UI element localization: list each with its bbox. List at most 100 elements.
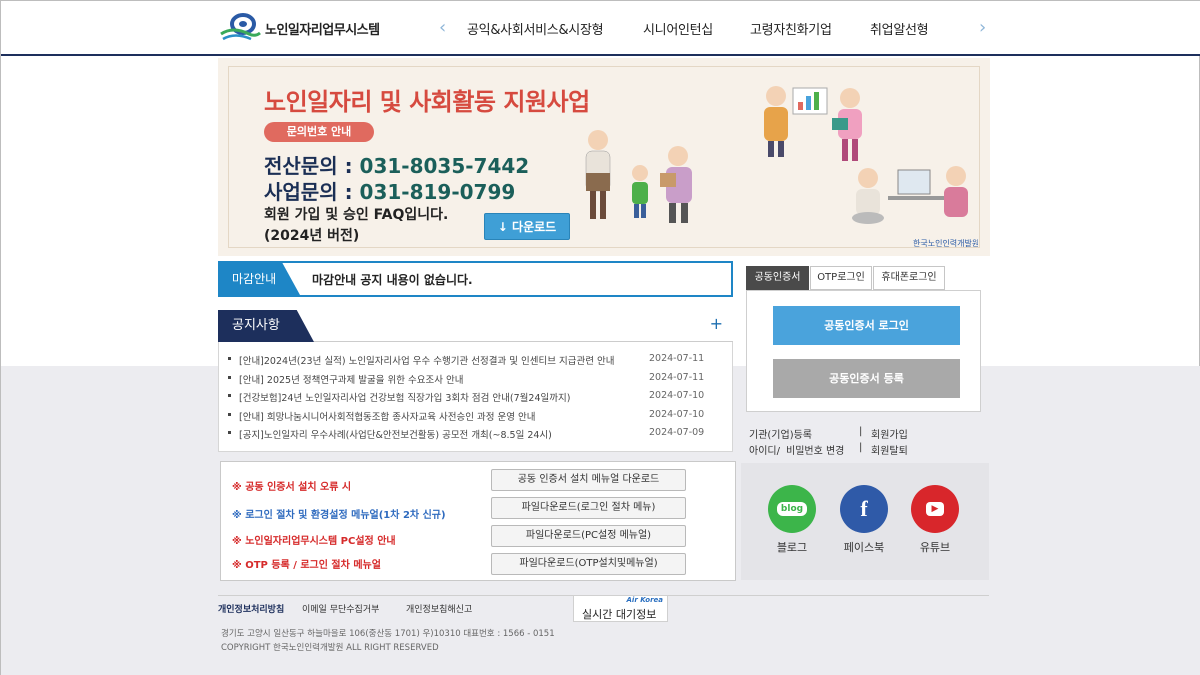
notice-date: 2024-07-11 — [649, 371, 705, 383]
notice-item[interactable]: [안내] 희망나눔시니어사회적협동조합 종사자교육 사전승인 과정 운영 안내 2… — [219, 407, 732, 426]
notice-header: 공지사항 + — [218, 310, 733, 342]
social-label: 블로그 — [776, 541, 808, 554]
tab-certificate-login[interactable]: 공동인증서 — [746, 266, 809, 290]
notice-title[interactable]: [안내]2024년(23년 실적) 노인일자리사업 우수 수행기관 선정결과 및… — [239, 353, 639, 367]
notice-more-plus-icon[interactable]: + — [710, 314, 723, 333]
copyright-text: COPYRIGHT 한국노인인력개발원 ALL RIGHT RESERVED — [221, 643, 439, 653]
site-header: 노인일자리업무시스템 ‹ 공익&사회서비스&시장형 시니어인턴십 고령자친화기업… — [1, 1, 1200, 56]
change-password-link[interactable]: 비밀번호 변경 — [786, 442, 859, 457]
notice-list: [안내]2024년(23년 실적) 노인일자리사업 우수 수행기관 선정결과 및… — [219, 342, 732, 444]
nav-next-arrow-icon[interactable]: › — [979, 17, 986, 38]
certificate-login-button[interactable]: 공동인증서 로그인 — [773, 306, 960, 345]
facebook-icon[interactable]: f — [840, 485, 888, 533]
cert-manual-download-button[interactable]: 공동 인증서 설치 메뉴얼 다운로드 — [491, 469, 686, 491]
banner-illustration: 한국노인인력개발원 — [585, 86, 978, 248]
notice-tab[interactable]: 공지사항 — [218, 310, 314, 342]
air-quality-title: 실시간 대기정보 — [582, 608, 657, 621]
blog-icon[interactable]: blog — [768, 485, 816, 533]
figure-elderly-man-icon — [660, 146, 692, 223]
org-register-link[interactable]: 기관(기업)등록 — [749, 426, 859, 441]
tab-phone-login[interactable]: 휴대폰로그인 — [873, 266, 945, 290]
nav-item-public-service[interactable]: 공익&사회서비스&시장형 — [467, 19, 643, 38]
main-banner: 노인일자리 및 사회활동 지원사업 문의번호 안내 전산문의 : 031-803… — [218, 58, 990, 256]
deadline-notice-bar: 마감안내 마감안내 공지 내용이 없습니다. — [218, 261, 733, 297]
help-link-cert-error[interactable]: ※ 공동 인증서 설치 오류 시 — [232, 478, 351, 493]
banner-it-phone: 전산문의 : 031-8035-7442 — [264, 150, 529, 179]
tab-otp-login[interactable]: OTP로그인 — [810, 266, 872, 290]
faq-line: (2024년 버전) — [264, 228, 360, 244]
figure-elderly-woman-icon — [585, 130, 611, 219]
social-label: 페이스북 — [843, 541, 885, 554]
logo-text: 노인일자리업무시스템 — [265, 22, 380, 38]
notice-item[interactable]: [안내]2024년(23년 실적) 노인일자리사업 우수 수행기관 선정결과 및… — [219, 351, 732, 370]
deadline-label: 마감안내 — [220, 263, 300, 295]
banner-faq-text: 회원 가입 및 승인 FAQ입니다. (2024년 버전) — [264, 205, 448, 247]
facebook-glyph: f — [860, 496, 868, 521]
notice-item[interactable]: [건강보험]24년 노인일자리사업 건강보험 직장가입 3회차 점검 안내(7월… — [219, 388, 732, 407]
notice-date: 2024-07-09 — [649, 427, 705, 438]
help-link-otp-manual[interactable]: ※ OTP 등록 / 로그인 절차 메뉴얼 — [232, 556, 381, 571]
privacy-policy-link[interactable]: 개인정보처리방침 — [218, 602, 302, 615]
nav-prev-arrow-icon[interactable]: ‹ — [439, 17, 446, 38]
youtube-icon[interactable]: ▶ — [911, 485, 959, 533]
otp-manual-download-button[interactable]: 파일다운로드(OTP설치및메뉴얼) — [491, 553, 686, 575]
member-withdraw-link[interactable]: 회원탈퇴 — [871, 442, 908, 457]
notice-title[interactable]: [공지]노인일자리 우수사례(사업단&안전보건활동) 공모전 개최(~8.5일 … — [239, 427, 639, 441]
notice-item[interactable]: [안내] 2025년 정책연구과제 발굴을 위한 수요조사 안내 2024-07-… — [219, 370, 732, 389]
banner-download-button[interactable]: ↓ 다운로드 — [484, 213, 570, 240]
footer-links: 개인정보처리방침 이메일 무단수집거부 개인정보침해신고 — [218, 602, 472, 615]
notice-title[interactable]: [안내] 2025년 정책연구과제 발굴을 위한 수요조사 안내 — [239, 372, 639, 386]
phone-label: 사업문의 : — [264, 180, 360, 204]
figure-child-icon — [632, 165, 648, 218]
login-links: 기관(기업)등록 | 회원가입 아이디/ 비밀번호 변경 | 회원탈퇴 — [749, 426, 908, 457]
phone-number: 031-819-0799 — [359, 180, 516, 204]
notice-date: 2024-07-10 — [649, 390, 705, 401]
banner-inquiry-badge: 문의번호 안내 — [264, 122, 374, 142]
social-label: 유튜브 — [919, 541, 951, 554]
notice-list-box: [안내]2024년(23년 실적) 노인일자리사업 우수 수행기관 선정결과 및… — [218, 342, 733, 452]
youtube-glyph: ▶ — [925, 502, 945, 516]
svg-text:한국노인인력개발원: 한국노인인력개발원 — [913, 238, 978, 248]
email-refuse-link[interactable]: 이메일 무단수집거부 — [302, 602, 406, 615]
member-join-link[interactable]: 회원가입 — [871, 426, 908, 441]
social-youtube[interactable]: ▶ 유튜브 — [911, 485, 959, 555]
login-tabs: 공동인증서 OTP로그인 휴대폰로그인 — [746, 266, 946, 290]
banner-business-phone: 사업문의 : 031-819-0799 — [264, 176, 515, 205]
help-link-pc-setup[interactable]: ※ 노인일자리업무시스템 PC설정 안내 — [232, 532, 396, 547]
manual-help-box: ※ 공동 인증서 설치 오류 시 ※ 로그인 절차 및 환경설정 메뉴얼(1차 … — [220, 461, 736, 581]
site-logo[interactable]: 노인일자리업무시스템 — [219, 12, 380, 44]
faq-line: 회원 가입 및 승인 FAQ입니다. — [264, 207, 449, 223]
footer-address: 경기도 고양시 일산동구 하늘마을로 106(중산동 1701) 우)10310… — [221, 627, 555, 655]
nav-item-senior-intern[interactable]: 시니어인턴십 — [643, 19, 750, 38]
pc-setup-download-button[interactable]: 파일다운로드(PC설정 메뉴얼) — [491, 525, 686, 547]
notice-date: 2024-07-10 — [649, 408, 705, 420]
help-link-login-manual[interactable]: ※ 로그인 절차 및 환경설정 메뉴얼(1차 2차 신규) — [232, 506, 446, 521]
airkorea-logo: Air Korea — [626, 596, 663, 604]
notice-title[interactable]: [건강보험]24년 노인일자리사업 건강보험 직장가입 3회차 점검 안내(7월… — [239, 390, 639, 404]
privacy-report-link[interactable]: 개인정보침해신고 — [406, 602, 472, 615]
air-quality-widget[interactable]: Air Korea 실시간 대기정보 — [573, 595, 668, 622]
nav-item-job-placement[interactable]: 취업알선형 — [870, 19, 929, 38]
logo-icon — [219, 12, 261, 44]
notice-item[interactable]: [공지]노인일자리 우수사례(사업단&안전보건활동) 공모전 개최(~8.5일 … — [219, 425, 732, 444]
phone-number: 031-8035-7442 — [359, 154, 530, 178]
figure-presenter-icon — [764, 86, 828, 157]
certificate-register-button[interactable]: 공동인증서 등록 — [773, 359, 960, 398]
link-separator: | — [859, 426, 863, 437]
login-box: 공동인증서 로그인 공동인증서 등록 — [746, 290, 981, 412]
banner-title: 노인일자리 및 사회활동 지원사업 — [264, 88, 590, 116]
figure-reader-icon — [832, 88, 862, 161]
social-links: blog 블로그 f 페이스북 ▶ 유튜브 — [741, 463, 989, 580]
link-separator: | — [859, 442, 863, 453]
phone-label: 전산문의 : — [264, 154, 360, 178]
main-nav: 공익&사회서비스&시장형 시니어인턴십 고령자친화기업 취업알선형 — [467, 19, 929, 38]
notice-title[interactable]: [안내] 희망나눔시니어사회적협동조합 종사자교육 사전승인 과정 운영 안내 — [239, 409, 639, 423]
find-id-link[interactable]: 아이디/ — [749, 442, 786, 457]
blog-glyph: blog — [776, 502, 808, 516]
social-facebook[interactable]: f 페이스북 — [840, 485, 888, 555]
nav-item-senior-friendly[interactable]: 고령자친화기업 — [750, 19, 870, 38]
address-text: 경기도 고양시 일산동구 하늘마을로 106(중산동 1701) 우)10310… — [221, 629, 555, 639]
login-manual-download-button[interactable]: 파일다운로드(로그인 절차 메뉴) — [491, 497, 686, 519]
social-blog[interactable]: blog 블로그 — [768, 485, 816, 555]
deadline-text: 마감안내 공지 내용이 없습니다. — [312, 273, 473, 287]
